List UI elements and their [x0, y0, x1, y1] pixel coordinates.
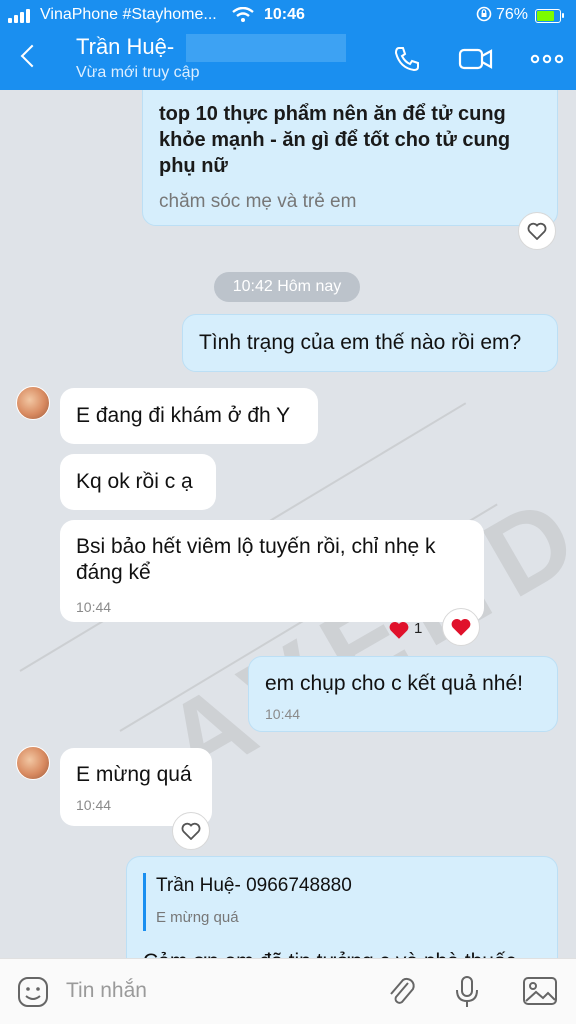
message-bubble-in[interactable]: Bsi bảo hết viêm lộ tuyến rồi, chỉ nhẹ k…	[60, 520, 484, 622]
attach-icon[interactable]	[386, 975, 416, 1014]
message-text: Tình trạng của em thế nào rồi em?	[199, 331, 522, 354]
more-icon[interactable]	[530, 44, 564, 74]
message-text: Kq ok rồi c ạ	[76, 470, 193, 493]
link-card-source: chăm sóc mẹ và trẻ em	[159, 191, 357, 212]
quoted-text: E mừng quá	[156, 909, 239, 926]
message-input-bar: Tin nhắn	[0, 958, 576, 1024]
message-time: 10:44	[265, 706, 301, 722]
heart-filled-icon	[388, 620, 410, 645]
phone-icon[interactable]	[392, 44, 422, 74]
reaction-count: 1	[414, 620, 423, 637]
mic-icon[interactable]	[454, 975, 480, 1014]
redacted-name-block	[186, 34, 346, 62]
link-card-title: top 10 thực phẩm nên ăn để tử cung khỏe …	[159, 103, 511, 177]
sticker-icon[interactable]	[16, 975, 50, 1014]
battery-percent: 76%	[496, 6, 529, 23]
message-text: em chụp cho c kết quả nhé!	[265, 672, 523, 695]
heart-outline-icon[interactable]	[518, 212, 556, 250]
image-icon[interactable]	[522, 975, 558, 1012]
contact-name[interactable]: Trần Huệ-	[76, 34, 174, 60]
message-text: Bsi bảo hết viêm lộ tuyến rồi, chỉ nhẹ k…	[76, 535, 436, 584]
message-input[interactable]: Tin nhắn	[66, 979, 147, 1003]
top-bar: VinaPhone #Stayhome... 10:46 76% Trần Hu…	[0, 0, 576, 90]
message-text: E đang đi khám ở đh Y	[76, 404, 291, 427]
status-bar: VinaPhone #Stayhome... 10:46 76%	[0, 4, 576, 26]
message-bubble-out[interactable]: em chụp cho c kết quả nhé! 10:44	[248, 656, 558, 732]
message-time: 10:44	[76, 797, 112, 813]
message-time: 10:44	[76, 599, 112, 615]
avatar[interactable]	[16, 386, 50, 420]
heart-outline-icon[interactable]	[172, 812, 210, 850]
rotation-lock-icon	[476, 6, 492, 26]
message-bubble-in[interactable]: E đang đi khám ở đh Y	[60, 388, 318, 444]
message-bubble-in[interactable]: Kq ok rồi c ạ	[60, 454, 216, 510]
message-text: E mừng quá	[76, 763, 192, 786]
message-bubble-out[interactable]: Tình trạng của em thế nào rồi em?	[182, 314, 558, 372]
back-icon[interactable]	[18, 42, 44, 72]
date-divider: 10:42 Hôm nay	[214, 272, 360, 302]
avatar[interactable]	[16, 746, 50, 780]
chat-area[interactable]: LAVENDA top 10 thực phẩm nên ăn để tử cu…	[0, 90, 576, 958]
message-text: Cảm ơn em đã tin tưởng c và nhà thuốc	[143, 950, 516, 958]
battery-icon	[535, 9, 564, 23]
link-card-bubble[interactable]: top 10 thực phẩm nên ăn để tử cung khỏe …	[142, 90, 558, 226]
reply-bubble-out[interactable]: Trần Huệ- 0966748880 E mừng quá Cảm ơn e…	[126, 856, 558, 958]
signal-icon	[8, 9, 34, 23]
contact-status: Vừa mới truy cập	[76, 64, 200, 81]
wifi-icon	[232, 6, 254, 28]
status-time: 10:46	[264, 6, 305, 23]
carrier-label: VinaPhone #Stayhome...	[40, 6, 217, 23]
video-icon[interactable]	[458, 44, 494, 74]
quoted-message[interactable]: Trần Huệ- 0966748880 E mừng quá	[143, 873, 541, 931]
heart-filled-icon[interactable]	[442, 608, 480, 646]
quoted-author: Trần Huệ- 0966748880	[156, 875, 352, 896]
